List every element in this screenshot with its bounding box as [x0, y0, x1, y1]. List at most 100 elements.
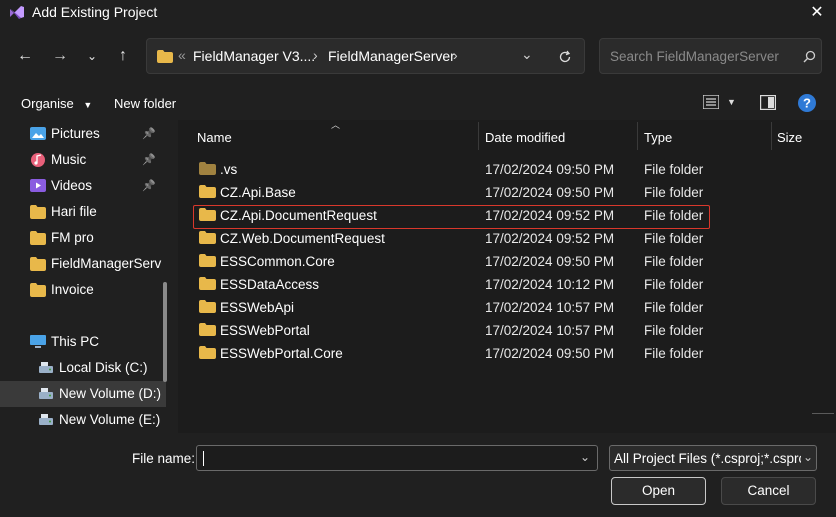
open-button[interactable]: Open: [611, 477, 706, 505]
file-row[interactable]: ESSWebPortal 17/02/2024 10:57 PM File fold…: [190, 319, 710, 342]
view-dropdown-icon[interactable]: ▼: [727, 97, 736, 107]
sidebar-item-label: This PC: [51, 334, 100, 349]
file-type: File folder: [644, 208, 704, 223]
file-row[interactable]: ESSCommon.Core 17/02/2024 09:50 PM File fo…: [190, 250, 710, 273]
search-icon[interactable]: [803, 50, 816, 63]
folder-icon: [199, 277, 216, 290]
breadcrumb-item[interactable]: FieldManagerServer: [328, 48, 455, 64]
view-options-icon[interactable]: [703, 95, 719, 109]
file-type: File folder: [644, 162, 704, 177]
sidebar-item-label: Invoice: [51, 282, 94, 297]
sort-ascending-icon: ︿: [331, 120, 341, 130]
column-divider[interactable]: [478, 122, 479, 150]
refresh-icon[interactable]: [558, 50, 572, 64]
file-name: ESSCommon.Core: [220, 254, 335, 269]
cancel-button[interactable]: Cancel: [721, 477, 816, 505]
videos-icon: [30, 179, 46, 192]
file-type: File folder: [644, 323, 704, 338]
sidebar-item[interactable]: New Volume (D:): [0, 381, 166, 407]
column-header-size[interactable]: Size: [777, 130, 802, 145]
sidebar-item[interactable]: New Volume (E:): [0, 407, 166, 433]
file-row[interactable]: ESSWebApi 17/02/2024 10:57 PM File folder: [190, 296, 710, 319]
chevron-down-icon[interactable]: ⌄: [801, 450, 814, 464]
search-placeholder: Search FieldManagerServer: [610, 49, 779, 64]
sidebar-item[interactable]: FM pro: [0, 225, 166, 251]
file-date: 17/02/2024 10:57 PM: [485, 300, 615, 315]
chevron-right-icon[interactable]: ›: [313, 47, 318, 63]
divider-line: [812, 413, 834, 414]
pictures-icon: [30, 127, 46, 140]
sidebar-item-label: Local Disk (C:): [59, 360, 148, 375]
folder-icon: [199, 162, 216, 175]
chevron-right-icon[interactable]: ›: [453, 47, 458, 63]
breadcrumb-overflow[interactable]: «: [178, 47, 186, 63]
file-type: File folder: [644, 231, 704, 246]
file-type-filter-select[interactable]: All Project Files (*.csproj;*.csprc ⌄: [609, 445, 817, 471]
sidebar-item[interactable]: Pictures 📌: [0, 121, 166, 147]
preview-pane-icon[interactable]: [760, 95, 776, 110]
file-name-label: File name:: [132, 451, 196, 466]
pin-icon: 📌: [142, 180, 156, 192]
sidebar-item-label: FM pro: [51, 230, 94, 245]
file-date: 17/02/2024 09:50 PM: [485, 162, 615, 177]
file-date: 17/02/2024 09:50 PM: [485, 185, 615, 200]
sidebar-item[interactable]: FieldManagerServ: [0, 251, 166, 277]
close-icon[interactable]: ✕: [808, 2, 826, 21]
pin-icon: 📌: [142, 128, 156, 140]
sidebar-item-label: New Volume (D:): [59, 386, 162, 401]
file-row[interactable]: CZ.Web.DocumentRequest 17/02/2024 09:52 P…: [190, 227, 710, 250]
column-header-name[interactable]: Name: [197, 130, 232, 145]
file-name: ESSDataAccess: [220, 277, 320, 292]
drive-icon: [39, 388, 53, 399]
address-bar[interactable]: « FieldManager V3.... › FieldManagerServ…: [146, 38, 585, 74]
file-row[interactable]: CZ.Api.DocumentRequest 17/02/2024 09:52 P…: [190, 204, 710, 227]
file-type: File folder: [644, 277, 704, 292]
help-icon[interactable]: ?: [798, 94, 816, 112]
file-name: CZ.Api.Base: [220, 185, 296, 200]
new-folder-button[interactable]: New folder: [114, 96, 176, 111]
svg-text:?: ?: [803, 96, 811, 111]
file-type: File folder: [644, 185, 704, 200]
sidebar-item-label: New Volume (E:): [59, 412, 161, 427]
text-caret: [203, 451, 204, 466]
file-date: 17/02/2024 09:50 PM: [485, 254, 615, 269]
sidebar-scrollbar[interactable]: [163, 282, 167, 382]
file-name: ESSWebApi: [220, 300, 295, 315]
visual-studio-icon: [10, 6, 24, 19]
file-row[interactable]: ESSWebPortal.Core 17/02/2024 09:50 PM File…: [190, 342, 710, 365]
column-divider[interactable]: [637, 122, 638, 150]
folder-icon: [199, 231, 216, 244]
file-name-input[interactable]: ⌄: [196, 445, 598, 471]
column-divider[interactable]: [771, 122, 772, 150]
file-date: 17/02/2024 10:12 PM: [485, 277, 615, 292]
sidebar-item[interactable]: This PC: [0, 329, 166, 355]
sidebar-item[interactable]: Music 📌: [0, 147, 166, 173]
file-row[interactable]: ESSDataAccess 17/02/2024 10:12 PM File fol…: [190, 273, 710, 296]
file-row[interactable]: .vs 17/02/2024 09:50 PM File folder: [190, 158, 710, 181]
breadcrumb-item[interactable]: FieldManager V3....: [193, 48, 315, 64]
column-header-date[interactable]: Date modified: [485, 130, 565, 145]
folder-icon: [30, 283, 46, 297]
up-arrow-icon[interactable]: ↑: [111, 44, 135, 68]
file-date: 17/02/2024 09:52 PM: [485, 231, 615, 246]
column-header-type[interactable]: Type: [644, 130, 672, 145]
sidebar-item[interactable]: Videos 📌: [0, 173, 166, 199]
file-row[interactable]: CZ.Api.Base 17/02/2024 09:50 PM File folde…: [190, 181, 710, 204]
drive-icon: [39, 414, 53, 425]
search-input[interactable]: Search FieldManagerServer: [599, 38, 822, 74]
file-date: 17/02/2024 09:52 PM: [485, 208, 615, 223]
sidebar-item[interactable]: Invoice: [0, 277, 166, 303]
file-name: .vs: [220, 162, 238, 177]
organise-button[interactable]: Organise ▼: [21, 96, 92, 111]
chevron-down-icon[interactable]: ⌄: [580, 450, 590, 464]
forward-arrow-icon[interactable]: →: [48, 44, 72, 68]
folder-icon: [30, 231, 46, 245]
back-arrow-icon[interactable]: ←: [13, 44, 37, 68]
sidebar-item[interactable]: Hari file: [0, 199, 166, 225]
file-type: File folder: [644, 346, 704, 361]
chevron-down-icon[interactable]: ⌄: [521, 46, 533, 63]
file-type-filter-value: All Project Files (*.csproj;*.csprc: [614, 451, 806, 466]
sidebar-item[interactable]: Local Disk (C:): [0, 355, 166, 381]
folder-icon: [157, 50, 173, 63]
recent-chevron-icon[interactable]: ⌄: [80, 44, 104, 68]
